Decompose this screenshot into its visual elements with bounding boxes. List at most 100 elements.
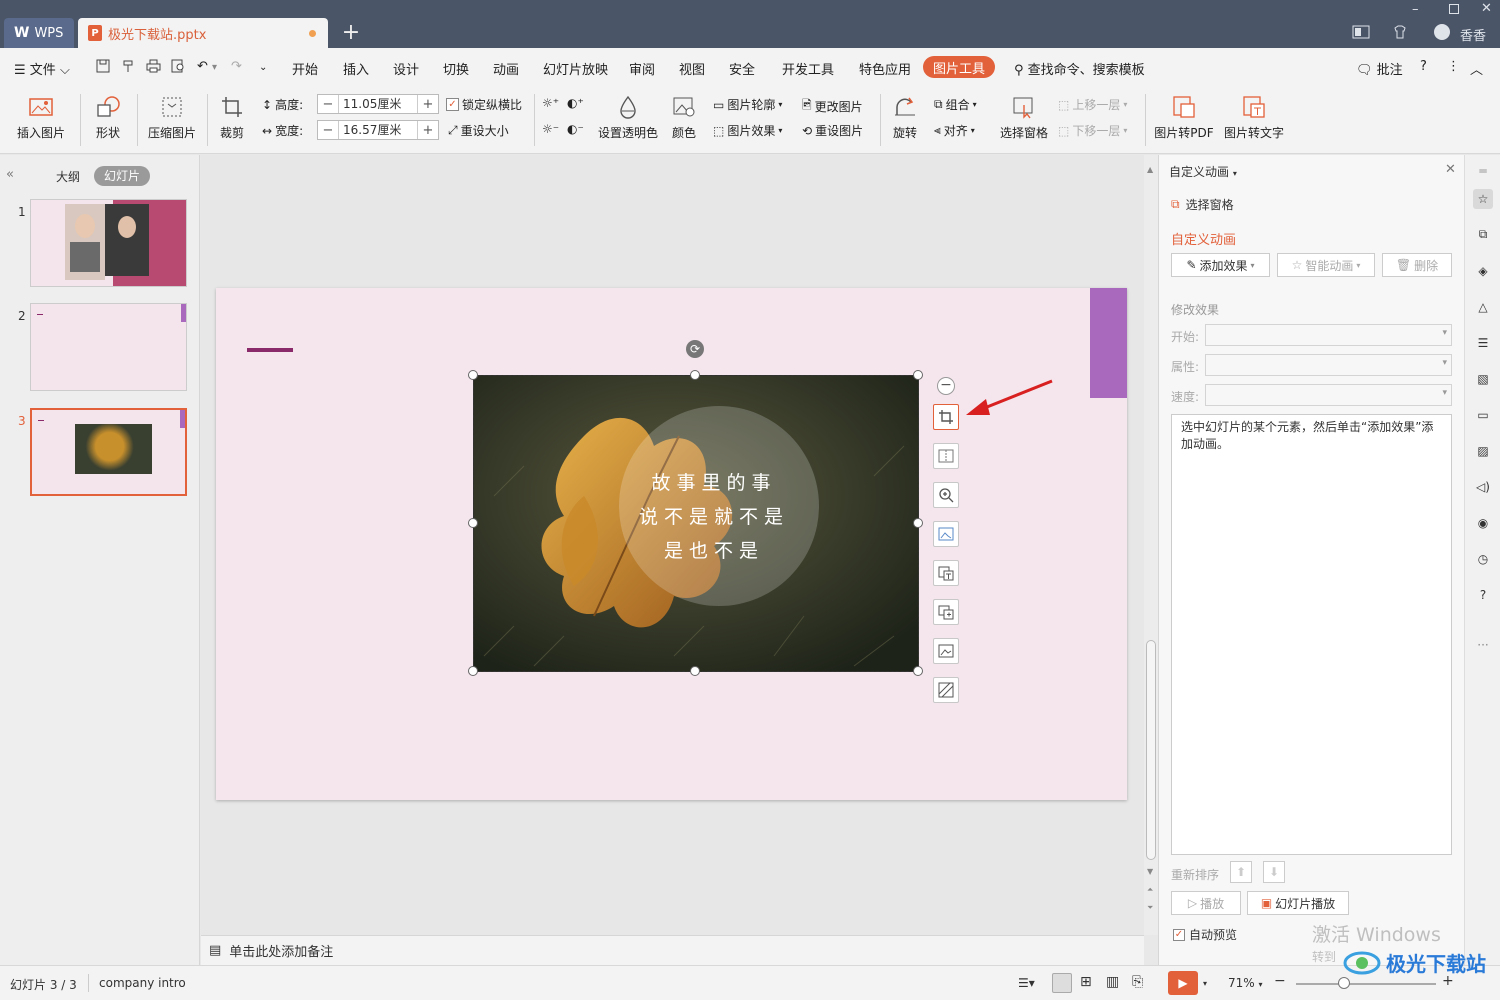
close-window-button[interactable]: ✕ [1481,1,1492,16]
collapse-quick-tools-icon[interactable]: − [937,377,955,395]
width-increment-button[interactable]: + [418,123,438,138]
quick-zoom-button[interactable] [933,482,959,508]
image-icon[interactable]: ▨ [1473,441,1493,461]
notes-pane[interactable]: ▤ 单击此处添加备注 [201,935,1144,965]
undo-icon[interactable]: ↶ [197,59,208,74]
customize-toolbar-icon[interactable]: ⌄ [259,62,267,73]
quick-replace-picture-button[interactable] [933,599,959,625]
bring-forward-button[interactable]: ⬚ 上移一层 ▾ [1058,96,1127,113]
auto-preview-checkbox[interactable]: ✓ 自动预览 [1173,926,1237,943]
tab-outline[interactable]: 大纲 [56,168,80,185]
undo-dropdown-icon[interactable]: ▾ [212,62,217,73]
quick-picture-fit-button[interactable] [933,521,959,547]
animation-list[interactable]: 选中幻灯片的某个元素，然后单击“添加效果”添加动画。 [1171,414,1452,855]
brightness-down-icon[interactable]: ☼⁻ [542,122,559,136]
insert-picture-button[interactable]: 插入图片 [10,94,72,141]
shape-style-icon[interactable]: ◈ [1473,261,1493,281]
speed-select[interactable] [1205,384,1452,406]
menu-home[interactable]: 开始 [292,59,318,78]
scroll-up-icon[interactable]: ▲ [1147,165,1153,174]
resize-handle-ne[interactable] [913,370,923,380]
slideshow-button[interactable]: ▣ 幻灯片播放 [1247,891,1349,915]
print-preview-icon[interactable] [171,59,186,77]
play-button[interactable]: ▷ 播放 [1171,891,1241,915]
align-button[interactable]: ⫷ 对齐 ▾ [934,122,975,139]
save-icon[interactable] [96,59,110,77]
reading-view-icon[interactable]: ▥ [1106,974,1119,990]
crop-button[interactable]: 裁剪 [213,94,251,141]
maximize-button[interactable] [1449,4,1459,14]
contrast-up-icon[interactable]: ◐⁺ [567,96,584,110]
resize-handle-se[interactable] [913,666,923,676]
change-picture-button[interactable]: 🖻 更改图片 [802,96,863,117]
resize-handle-e[interactable] [913,518,923,528]
picture-effect-button[interactable]: ⬚ 图片效果 ▾ [713,122,782,139]
color-button[interactable]: 颜色 [665,94,703,141]
menu-review[interactable]: 审阅 [629,59,655,78]
select-pane-link[interactable]: ⧉ 选择窗格 [1171,196,1234,213]
command-search[interactable]: ⚲ 查找命令、搜索模板 [1014,59,1145,78]
close-pane-icon[interactable]: ✕ [1445,162,1456,177]
scroll-down-icon[interactable]: ▼ [1147,867,1153,876]
zoom-out-button[interactable]: − [1274,973,1286,989]
width-decrement-button[interactable]: − [318,123,338,138]
slide-sorter-icon[interactable]: ⊞ [1080,974,1092,990]
quick-split-button[interactable] [933,443,959,469]
menu-animation[interactable]: 动画 [493,59,519,78]
file-menu[interactable]: ☰ 文件 ⌵ [14,59,70,78]
presenter-view-icon[interactable]: ⎘ [1132,974,1143,990]
help-button[interactable]: ? [1420,59,1427,74]
new-tab-button[interactable]: + [340,20,362,45]
chevron-down-icon[interactable]: ▾ [1203,979,1207,988]
menu-transition[interactable]: 切换 [443,59,469,78]
send-backward-button[interactable]: ⬚ 下移一层 ▾ [1058,122,1127,139]
sound-icon[interactable]: ◁) [1473,477,1493,497]
user-avatar[interactable] [1434,24,1450,40]
theme-name[interactable]: company intro [99,976,186,990]
property-select[interactable] [1205,354,1452,376]
move-up-icon[interactable]: ⬆ [1230,861,1252,883]
zoom-slider-track[interactable] [1296,983,1436,985]
menu-developer[interactable]: 开发工具 [782,59,834,78]
tab-document[interactable]: P 极光下载站.pptx [78,18,328,48]
archive-icon[interactable]: ▭ [1473,405,1493,425]
brightness-up-icon[interactable]: ☼⁺ [542,96,559,110]
picture-to-text-button[interactable]: 图片转文字 [1222,94,1286,141]
group-button[interactable]: ⧉ 组合 ▾ [934,96,977,113]
window-layout-icon[interactable] [1352,25,1370,43]
reset-size-button[interactable]: ⤢ 重设大小 [448,122,509,139]
menu-insert[interactable]: 插入 [343,59,369,78]
width-spinner[interactable]: − 16.57厘米 + [317,120,439,140]
menu-security[interactable]: 安全 [729,59,755,78]
set-transparent-color-button[interactable]: 设置透明色 [596,94,660,141]
selected-picture[interactable]: 故事里的事 说不是就不是 是也不是 [473,375,919,672]
slide-thumbnail-2[interactable] [30,303,187,391]
pane-title-dropdown[interactable]: 自定义动画 ▾ [1169,163,1237,180]
menu-special-apps[interactable]: 特色应用 [859,59,911,78]
shape-button[interactable]: 形状 [86,94,130,141]
resize-handle-w[interactable] [468,518,478,528]
lock-ratio-checkbox[interactable]: ✓ 锁定纵横比 [446,96,522,113]
help-icon[interactable]: ? [1473,585,1493,605]
user-name[interactable]: 香香 [1460,25,1486,44]
normal-view-icon[interactable] [1052,973,1072,993]
custom-animation-icon[interactable]: ☆ [1473,189,1493,209]
more-icon[interactable]: ··· [1473,635,1493,655]
more-options-icon[interactable]: ⋮ [1447,59,1460,74]
collapse-ribbon-icon[interactable]: ︿ [1470,59,1483,78]
reset-picture-button[interactable]: ⟲ 重设图片 [802,122,863,139]
canvas-vertical-scrollbar[interactable]: ▲ ▼ ⏶ ⏷ [1144,155,1158,935]
skin-icon[interactable] [1392,24,1408,44]
picture-panel-icon[interactable]: ▧ [1473,369,1493,389]
print-icon[interactable] [146,59,161,77]
resize-handle-sw[interactable] [468,666,478,676]
minimize-button[interactable]: – [1412,2,1419,17]
resize-handle-s[interactable] [690,666,700,676]
picture-outline-button[interactable]: ▭ 图片轮廓 ▾ [713,96,782,113]
add-effect-button[interactable]: ✎ 添加效果 ▾ [1171,253,1270,277]
collapse-panel-icon[interactable]: « [6,167,14,182]
comment-button[interactable]: 🗨 批注 [1356,59,1403,78]
tab-slides[interactable]: 幻灯片 [94,166,150,186]
play-slideshow-button[interactable]: ▶ [1168,971,1198,995]
smart-animation-button[interactable]: ☆ 智能动画 ▾ [1277,253,1375,277]
